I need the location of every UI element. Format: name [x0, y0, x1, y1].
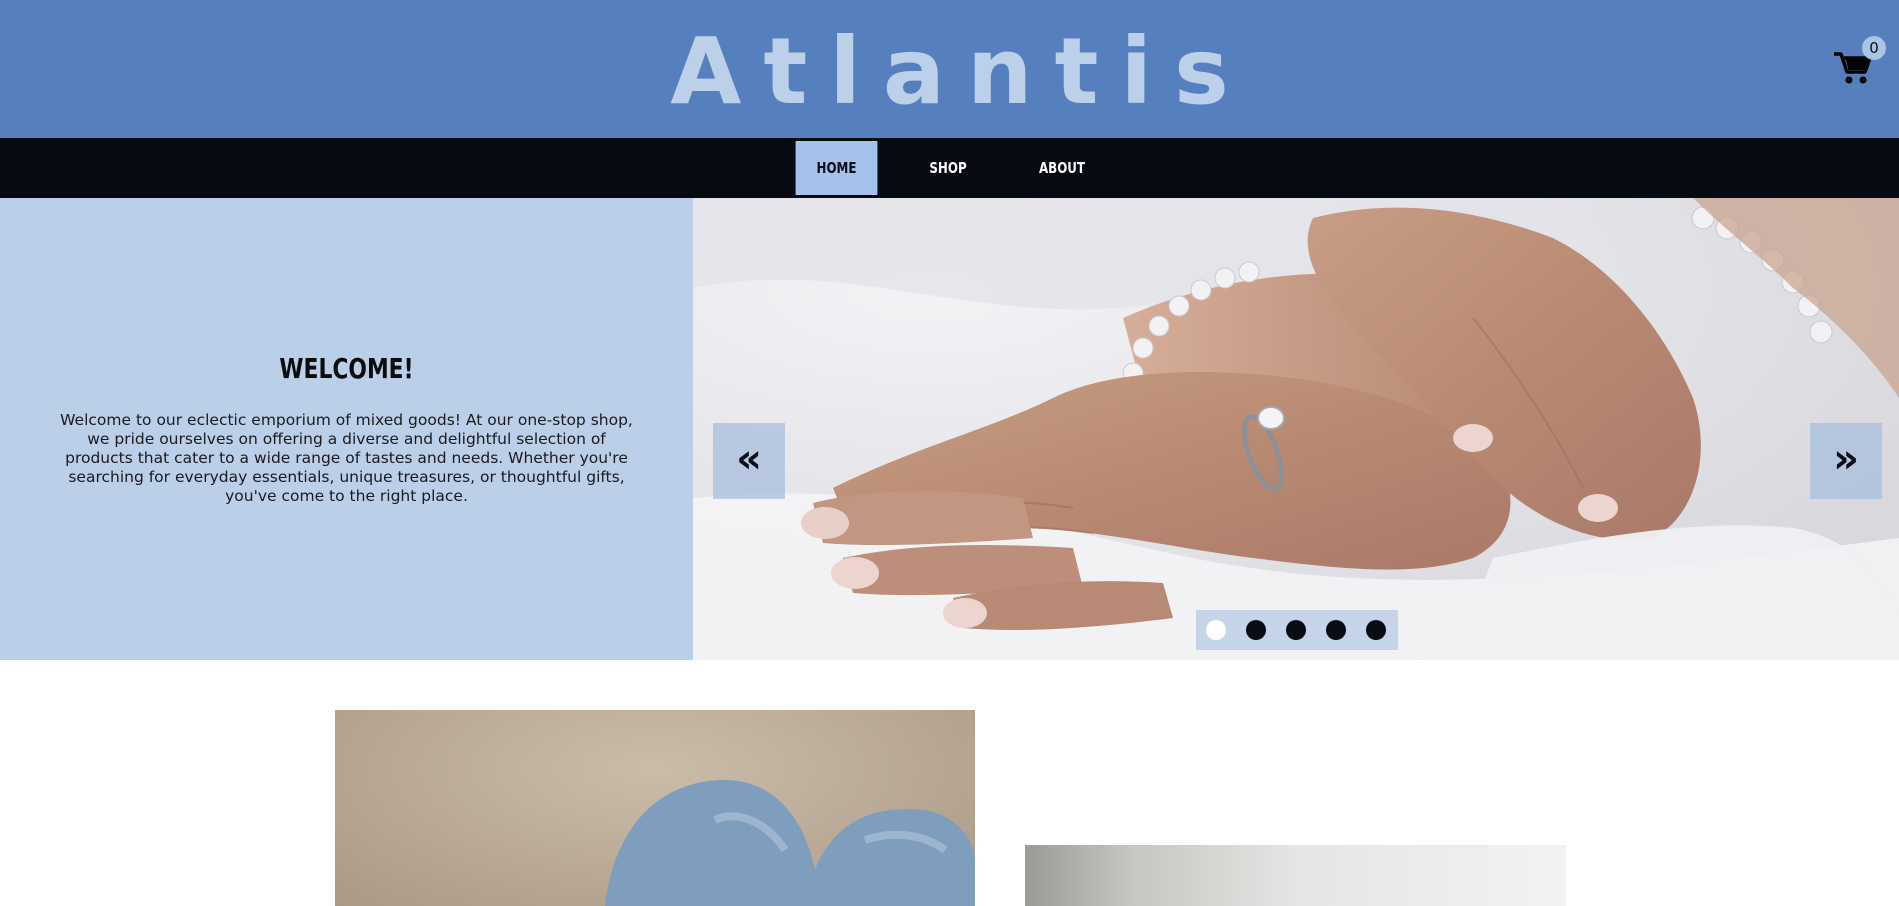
site-logo[interactable]: Atlantis [0, 22, 1899, 122]
carousel-dot-1[interactable] [1206, 620, 1226, 640]
feature-image-right [1025, 845, 1566, 906]
feature-image-left [335, 710, 975, 906]
carousel-image [693, 198, 1899, 660]
welcome-title: WELCOME! [279, 352, 414, 385]
nav-item-home[interactable]: HOME [795, 141, 878, 195]
site-header: Atlantis 0 [0, 0, 1899, 138]
jeans-knees-photo [605, 780, 975, 906]
carousel-dot-4[interactable] [1326, 620, 1346, 640]
cart-count-badge[interactable]: 0 [1862, 36, 1886, 60]
carousel-indicators [1196, 610, 1398, 650]
carousel-dot-2[interactable] [1246, 620, 1266, 640]
carousel-next-button[interactable]: » [1810, 423, 1882, 499]
main-nav: HOME SHOP ABOUT [0, 138, 1899, 198]
carousel-dot-3[interactable] [1286, 620, 1306, 640]
nav-item-shop[interactable]: SHOP [908, 141, 989, 195]
carousel-prev-button[interactable]: « [713, 423, 785, 499]
welcome-text: Welcome to our eclectic emporium of mixe… [60, 411, 633, 505]
nav-item-about[interactable]: ABOUT [1019, 141, 1105, 195]
hands-ring-photo [693, 198, 1899, 660]
carousel-dot-5[interactable] [1366, 620, 1386, 640]
